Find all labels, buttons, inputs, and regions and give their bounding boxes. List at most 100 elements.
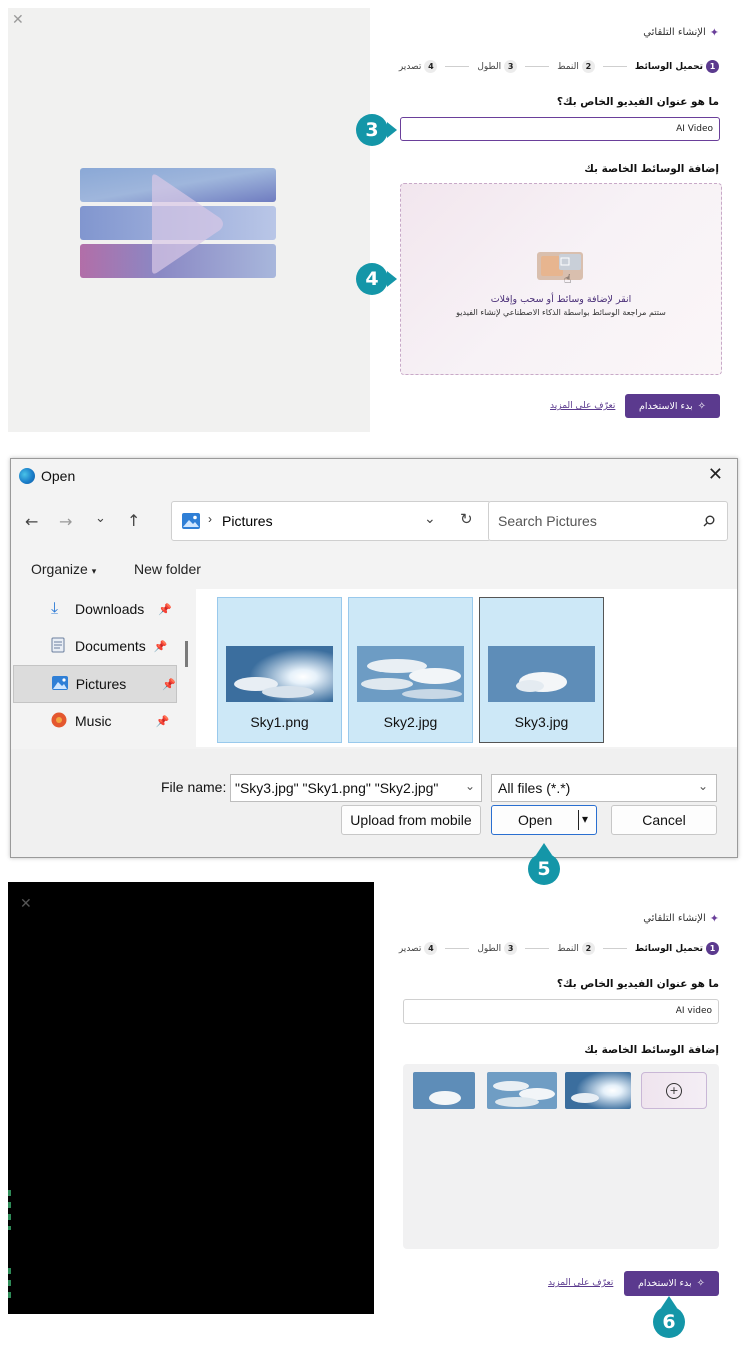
step-style[interactable]: 2 النمط xyxy=(557,60,595,73)
sparkle-icon: ✧ xyxy=(696,1278,706,1289)
file-tile-sky1[interactable]: Sky1.png xyxy=(217,597,342,743)
back-arrow-icon[interactable]: ← xyxy=(25,512,38,531)
close-icon[interactable]: ✕ xyxy=(708,464,723,485)
add-media-button[interactable]: + xyxy=(641,1072,707,1109)
start-button[interactable]: ✧ بدء الاستخدام xyxy=(624,1271,719,1296)
open-file-dialog: Open ✕ ← → ⌄ ↑ › Pictures ⌄ ↻ Search Pic… xyxy=(10,458,738,858)
sparkle-icon: ✦ xyxy=(709,912,719,925)
cancel-button[interactable]: Cancel xyxy=(611,805,717,835)
edge-browser-icon xyxy=(19,468,35,484)
media-thumbnail-sky1[interactable] xyxy=(565,1072,631,1109)
new-folder-button[interactable]: New folder xyxy=(134,561,201,577)
split-divider xyxy=(578,810,579,830)
sparkle-icon: ✦ xyxy=(709,26,719,39)
file-type-select[interactable]: All files (*.*) ⌄ xyxy=(491,774,717,802)
wizard-steps: 1 تحميل الوسائط 2 النمط 3 الطول 4 تصدير xyxy=(399,60,719,73)
organize-menu[interactable]: Organize ▾ xyxy=(31,561,96,577)
sidebar-item-downloads[interactable]: ⤓ Downloads 📌 xyxy=(15,591,175,627)
breadcrumb-pictures[interactable]: Pictures xyxy=(222,513,273,529)
step-length[interactable]: 3 الطول xyxy=(477,60,518,73)
video-preview: ✕ xyxy=(8,8,370,432)
file-name-label: File name: xyxy=(161,779,227,795)
badge-pointer xyxy=(536,843,552,855)
step-export[interactable]: 4 تصدير xyxy=(399,942,438,955)
auto-create-title: ✦ الإنشاء التلقائي xyxy=(643,26,719,39)
search-input[interactable]: Search Pictures xyxy=(488,501,728,541)
video-title-question: ما هو عنوان الفيديو الخاص بك؟ xyxy=(556,96,719,108)
file-tile-sky3[interactable]: Sky3.jpg xyxy=(479,597,604,743)
close-icon[interactable]: ✕ xyxy=(12,12,24,28)
media-drop-zone[interactable]: ☝ انقر لإضافة وسائط أو سحب وإفلات ستتم م… xyxy=(400,183,722,375)
step-badge-5: 5 xyxy=(528,853,560,885)
chevron-down-icon[interactable]: ⌄ xyxy=(95,511,106,526)
documents-icon xyxy=(51,637,75,656)
step-upload-media[interactable]: 1 تحميل الوسائط xyxy=(635,942,719,955)
top-panel: ✕ ✦ الإنشاء التلقائي 1 تحميل الوسائط 2 ا… xyxy=(0,0,747,432)
video-placeholder-icon xyxy=(80,168,276,278)
chevron-down-icon[interactable]: ⌄ xyxy=(698,779,708,793)
badge-pointer xyxy=(387,271,397,287)
sidebar-item-music[interactable]: Music 📌 xyxy=(15,703,175,739)
sidebar-scrollbar[interactable] xyxy=(185,641,188,667)
up-arrow-icon[interactable]: ↑ xyxy=(127,511,140,530)
forward-arrow-icon[interactable]: → xyxy=(59,512,72,531)
media-heading: إضافة الوسائط الخاصة بك xyxy=(584,163,719,175)
drop-subtitle: ستتم مراجعة الوسائط بواسطة الذكاء الاصطن… xyxy=(456,308,666,317)
step-length[interactable]: 3 الطول xyxy=(477,942,518,955)
media-upload-icon xyxy=(537,252,583,280)
auto-create-title: ✦ الإنشاء التلقائي xyxy=(643,912,719,925)
plus-circle-icon: + xyxy=(666,1082,682,1099)
step-separator xyxy=(445,948,470,949)
file-name-combo[interactable]: "Sky3.jpg" "Sky1.png" "Sky2.jpg" ⌄ xyxy=(230,774,482,802)
start-button[interactable]: ✧ بدء الاستخدام xyxy=(625,394,720,418)
step-badge-6: 6 xyxy=(653,1306,685,1338)
sky-thumbnail xyxy=(488,646,595,702)
file-name: Sky1.png xyxy=(250,714,309,730)
file-tile-sky2[interactable]: Sky2.jpg xyxy=(348,597,473,743)
edge-marker xyxy=(8,1190,11,1230)
media-thumbnail-sky2[interactable] xyxy=(487,1072,557,1109)
pictures-icon xyxy=(52,675,76,693)
refresh-icon[interactable]: ↻ xyxy=(460,510,473,528)
search-icon[interactable] xyxy=(703,515,715,527)
learn-more-link[interactable]: تعرّف على المزيد xyxy=(548,1278,613,1288)
pin-icon[interactable]: 📌 xyxy=(158,603,172,616)
step-separator xyxy=(525,66,550,67)
dialog-footer xyxy=(11,749,737,857)
media-thumbnail-sky3[interactable] xyxy=(413,1072,475,1109)
chevron-right-icon: › xyxy=(208,512,212,526)
media-heading: إضافة الوسائط الخاصة بك xyxy=(584,1044,719,1056)
sky-thumbnail xyxy=(226,646,333,702)
file-name: Sky2.jpg xyxy=(383,714,438,730)
sidebar-item-documents[interactable]: Documents 📌 xyxy=(15,628,175,664)
dialog-toolbar: Organize ▾ New folder ▾ ? xyxy=(11,551,737,669)
video-title-input[interactable]: AI Video xyxy=(400,117,720,141)
chevron-down-icon[interactable]: ⌄ xyxy=(465,779,475,793)
sparkle-icon: ✧ xyxy=(697,400,707,412)
drop-title: انقر لإضافة وسائط أو سحب وإفلات xyxy=(490,294,632,305)
address-bar[interactable]: › Pictures ⌄ ↻ xyxy=(171,501,491,541)
step-export[interactable]: 4 تصدير xyxy=(399,60,438,73)
open-button[interactable]: Open ▾ xyxy=(491,805,597,835)
pin-icon[interactable]: 📌 xyxy=(156,715,170,728)
hand-cursor-icon: ☝ xyxy=(564,272,572,286)
step-upload-media[interactable]: 1 تحميل الوسائط xyxy=(635,60,719,73)
learn-more-link[interactable]: تعرّف على المزيد xyxy=(550,401,615,411)
badge-pointer xyxy=(387,122,397,138)
step-style[interactable]: 2 النمط xyxy=(557,942,595,955)
sky-thumbnail xyxy=(357,646,464,702)
step-separator xyxy=(525,948,550,949)
pin-icon[interactable]: 📌 xyxy=(162,678,176,691)
video-title-input[interactable]: AI video xyxy=(403,999,719,1024)
sidebar-item-pictures[interactable]: Pictures 📌 xyxy=(13,665,177,703)
media-gallery: + xyxy=(403,1064,719,1249)
chevron-down-icon[interactable]: ⌄ xyxy=(424,510,436,527)
dialog-titlebar: Open ✕ xyxy=(11,459,737,493)
close-icon[interactable]: ✕ xyxy=(20,896,32,912)
step-separator xyxy=(602,948,627,949)
upload-from-mobile-button[interactable]: Upload from mobile xyxy=(341,805,481,835)
pin-icon[interactable]: 📌 xyxy=(154,640,168,653)
edge-marker xyxy=(8,1268,11,1304)
caret-down-icon[interactable]: ▾ xyxy=(582,812,588,826)
step-badge-4: 4 xyxy=(356,263,388,295)
